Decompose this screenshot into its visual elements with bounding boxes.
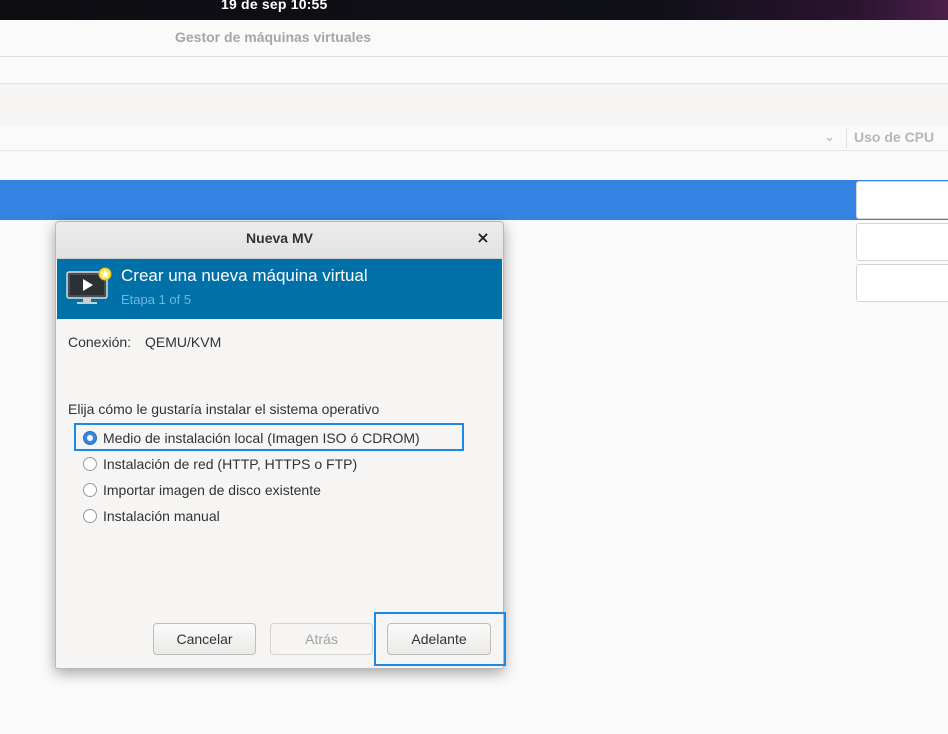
radio-network-install[interactable]: Instalación de red (HTTP, HTTPS o FTP) bbox=[83, 453, 357, 475]
wizard-step-indicator: Etapa 1 of 5 bbox=[121, 292, 192, 307]
cpu-usage-graph bbox=[856, 181, 948, 219]
dialog-titlebar[interactable]: Nueva MV × bbox=[56, 222, 503, 259]
radio-label: Importar imagen de disco existente bbox=[103, 482, 321, 498]
cpu-usage-graph bbox=[856, 223, 948, 261]
back-button[interactable]: Atrás bbox=[270, 623, 373, 655]
wizard-banner: Crear una nueva máquina virtual Etapa 1 … bbox=[57, 259, 502, 319]
forward-button[interactable]: Adelante bbox=[387, 623, 491, 655]
radio-label: Instalación de red (HTTP, HTTPS o FTP) bbox=[103, 456, 358, 472]
monitor-play-icon bbox=[66, 267, 112, 304]
radio-import-disk[interactable]: Importar imagen de disco existente bbox=[83, 479, 321, 501]
radio-local-media[interactable]: Medio de instalación local (Imagen ISO ó… bbox=[83, 427, 420, 449]
connection-value: QEMU/KVM bbox=[145, 334, 222, 350]
new-vm-dialog: Nueva MV × Crear una nueva máquina virtu… bbox=[55, 221, 504, 669]
radio-button[interactable] bbox=[83, 483, 97, 497]
install-method-prompt: Elija cómo le gustaría instalar el siste… bbox=[68, 401, 380, 417]
radio-label: Instalación manual bbox=[103, 508, 220, 524]
radio-label: Medio de instalación local (Imagen ISO ó… bbox=[103, 430, 420, 446]
radio-button[interactable] bbox=[83, 457, 97, 471]
selected-vm-row[interactable] bbox=[0, 180, 948, 220]
menu-bar bbox=[0, 57, 948, 84]
toolbar bbox=[0, 84, 948, 126]
radio-button-checked[interactable] bbox=[83, 431, 97, 445]
connection-label: Conexión: bbox=[68, 334, 132, 350]
radio-button[interactable] bbox=[83, 509, 97, 523]
chevron-down-icon[interactable]: ⌄ bbox=[824, 130, 835, 145]
dialog-title: Nueva MV bbox=[246, 230, 313, 246]
radio-manual-install[interactable]: Instalación manual bbox=[83, 505, 220, 527]
banner-title: Crear una nueva máquina virtual bbox=[121, 266, 368, 285]
vm-list-column-header: ⌄ Uso de CPU bbox=[0, 126, 948, 151]
cpu-usage-graph bbox=[856, 264, 948, 302]
close-icon[interactable]: × bbox=[473, 228, 493, 248]
clock[interactable]: 19 de sep 10:55 bbox=[221, 0, 328, 12]
app-title: Gestor de máquinas virtuales bbox=[175, 29, 372, 45]
column-divider bbox=[846, 128, 847, 148]
cancel-button[interactable]: Cancelar bbox=[153, 623, 256, 655]
app-header: Gestor de máquinas virtuales bbox=[0, 20, 948, 57]
cpu-usage-column-header[interactable]: Uso de CPU bbox=[854, 129, 934, 145]
system-top-bar: 19 de sep 10:55 bbox=[0, 0, 948, 20]
